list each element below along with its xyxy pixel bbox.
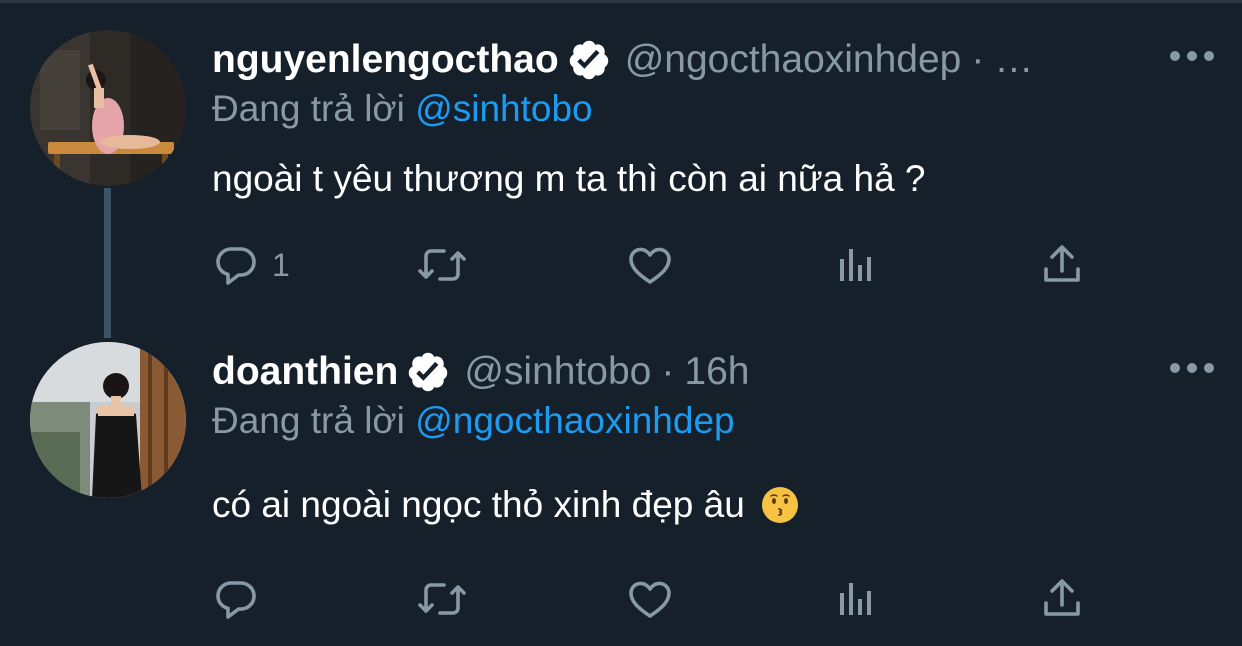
separator-dot: ·: [661, 350, 675, 393]
more-options-icon[interactable]: [1170, 358, 1214, 378]
retweet-icon: [418, 249, 466, 281]
user-handle[interactable]: @ngocthaoxinhdep: [625, 38, 962, 82]
like-icon: [629, 247, 671, 284]
share-button[interactable]: [1038, 240, 1086, 290]
thread-connector-line: [104, 188, 111, 338]
replying-to-label: Đang trả lời: [212, 400, 405, 441]
analytics-button[interactable]: [832, 240, 880, 290]
display-name[interactable]: nguyenlengocthao: [212, 38, 559, 82]
retweet-button[interactable]: [416, 240, 468, 290]
tweet-reply[interactable]: doanthien @sinhtobo · 16h Đang trả lời @…: [0, 330, 1242, 646]
tweet-parent[interactable]: nguyenlengocthao @ngocthaoxinhdep · … Đa…: [0, 0, 1242, 338]
avatar[interactable]: [30, 342, 186, 498]
tweet-text-content: ngoài t yêu thương m ta thì còn ai nữa h…: [212, 158, 926, 199]
mention-link[interactable]: @ngocthaoxinhdep: [415, 400, 734, 441]
reply-icon: [216, 581, 256, 619]
tweet-header: doanthien @sinhtobo · 16h: [212, 350, 749, 394]
share-icon: [1044, 579, 1080, 616]
analytics-icon: [840, 583, 871, 615]
display-name[interactable]: doanthien: [212, 350, 398, 394]
retweet-icon: [418, 583, 466, 615]
analytics-button[interactable]: [832, 574, 880, 624]
mention-link[interactable]: @sinhtobo: [415, 88, 592, 129]
timestamp[interactable]: …: [994, 38, 1033, 82]
like-button[interactable]: [626, 240, 674, 290]
replying-to: Đang trả lời @ngocthaoxinhdep: [212, 400, 735, 442]
verified-badge-icon: [406, 350, 450, 394]
separator-dot: ·: [971, 38, 985, 81]
share-button[interactable]: [1038, 574, 1086, 624]
user-handle[interactable]: @sinhtobo: [464, 350, 651, 394]
reply-button[interactable]: [212, 574, 272, 624]
reply-count: 1: [272, 246, 290, 283]
timestamp[interactable]: 16h: [684, 350, 749, 394]
tweet-text: có ai ngoài ngọc thỏ xinh đẹp âu: [212, 484, 799, 526]
reply-icon: [216, 247, 256, 285]
tweet-actions: [212, 574, 1092, 624]
replying-to-label: Đang trả lời: [212, 88, 405, 129]
share-icon: [1044, 245, 1080, 282]
tweet-actions: 1: [212, 240, 1092, 290]
tweet-header: nguyenlengocthao @ngocthaoxinhdep · …: [212, 38, 1033, 82]
retweet-button[interactable]: [416, 574, 468, 624]
tweet-text: ngoài t yêu thương m ta thì còn ai nữa h…: [212, 158, 926, 200]
replying-to: Đang trả lời @sinhtobo: [212, 88, 593, 130]
verified-badge-icon: [567, 38, 611, 82]
reply-button[interactable]: 1: [212, 240, 290, 290]
analytics-icon: [840, 249, 871, 281]
kissing-face-emoji-icon: [761, 486, 799, 524]
like-icon: [629, 581, 671, 618]
like-button[interactable]: [626, 574, 674, 624]
more-options-icon[interactable]: [1170, 46, 1214, 66]
avatar[interactable]: [30, 30, 186, 186]
tweet-text-content: có ai ngoài ngọc thỏ xinh đẹp âu: [212, 484, 745, 525]
